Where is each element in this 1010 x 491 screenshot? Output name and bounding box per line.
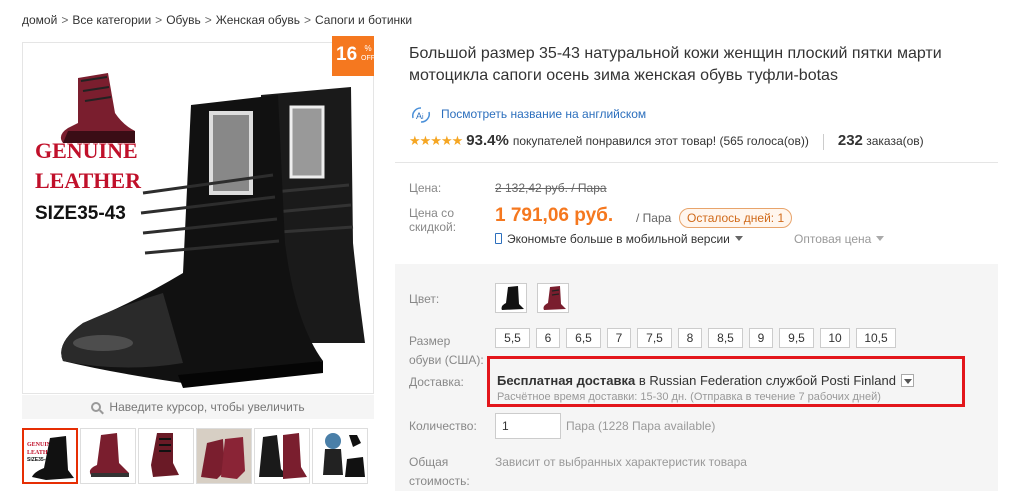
mobile-savings-text[interactable]: Экономьте больше в мобильной версии — [507, 232, 730, 246]
discount-price-label: Цена со скидкой: — [409, 206, 457, 234]
size-option[interactable]: 9,5 — [779, 328, 814, 348]
free-shipping-text: Бесплатная доставка — [497, 373, 636, 388]
breadcrumb-separator: > — [61, 13, 69, 27]
thumbnail-strip: GENUINE LEATHER SIZE35-43 — [22, 428, 368, 484]
rating-stars-icon: ★★★★★ — [409, 133, 463, 148]
delivery-highlight: Бесплатная доставка в Russian Federation… — [487, 356, 965, 407]
translate-icon: Ai — [409, 106, 433, 124]
color-label: Цвет: — [409, 292, 440, 306]
zoom-hint: Наведите курсор, чтобы увеличить — [22, 395, 374, 419]
delivery-destination[interactable]: Russian Federation — [649, 373, 762, 388]
mobile-savings-link[interactable]: Экономьте больше в мобильной версии — [495, 232, 743, 246]
translate-link-text[interactable]: Посмотреть название на английском — [441, 107, 646, 121]
rating-text[interactable]: покупателей понравился этот товар! (565 … — [513, 134, 809, 148]
quantity-label: Количество: — [409, 419, 477, 433]
image-text-leather: LEATHER — [35, 168, 142, 193]
size-option[interactable]: 10,5 — [856, 328, 896, 348]
breadcrumb-separator: > — [204, 13, 212, 27]
quantity-input[interactable]: 1 — [495, 413, 561, 439]
thumbnail-6[interactable] — [312, 428, 368, 484]
thumbnail-5[interactable] — [254, 428, 310, 484]
delivery-dropdown-icon[interactable] — [901, 374, 914, 387]
orders-count: 232 — [837, 132, 863, 149]
thumbnail-4[interactable] — [196, 428, 252, 484]
product-title: Большой размер 35-43 натуральной кожи же… — [409, 45, 942, 84]
divider — [395, 162, 998, 163]
breadcrumb-boots[interactable]: Сапоги и ботинки — [315, 13, 412, 27]
main-product-image[interactable]: GENUINE LEATHER SIZE35-43 — [22, 42, 374, 394]
total-label: Общая стоимость: — [409, 455, 470, 488]
phone-icon — [495, 233, 502, 244]
breadcrumb-separator: > — [155, 13, 163, 27]
delivery-service: службой Posti Finland — [765, 373, 896, 388]
breadcrumb-womens-shoes[interactable]: Женская обувь — [216, 13, 300, 27]
size-label: Размер обуви (США): — [409, 334, 484, 367]
total-note: Зависит от выбранных характеристик товар… — [495, 455, 747, 469]
quantity-available: Пара (1228 Пара available) — [566, 419, 716, 433]
color-option-burgundy[interactable] — [537, 283, 569, 313]
days-left-badge: Осталось дней: 1 — [679, 208, 793, 228]
size-option[interactable]: 10 — [820, 328, 850, 348]
delivery-estimate: Расчётное время доставки: 15-30 дн. (Отп… — [497, 391, 881, 403]
discount-price: 1 791,06 руб. — [495, 205, 614, 226]
thumbnail-2[interactable] — [80, 428, 136, 484]
zoom-hint-text: Наведите курсор, чтобы увеличить — [109, 400, 305, 414]
size-option[interactable]: 6,5 — [566, 328, 601, 348]
chevron-down-icon — [876, 236, 885, 241]
boots-photo: GENUINE LEATHER SIZE35-43 — [35, 73, 365, 388]
discount-value: 16 — [336, 44, 358, 65]
size-option[interactable]: 6 — [536, 328, 560, 348]
size-option[interactable]: 7 — [607, 328, 631, 348]
rating-percent: 93.4% — [466, 132, 509, 149]
breadcrumb-home[interactable]: домой — [22, 13, 57, 27]
size-option[interactable]: 8 — [678, 328, 702, 348]
size-option[interactable]: 7,5 — [637, 328, 672, 348]
thumbnail-1[interactable]: GENUINE LEATHER SIZE35-43 — [22, 428, 78, 484]
breadcrumb-shoes[interactable]: Обувь — [166, 13, 201, 27]
discount-unit: % OFF — [361, 44, 375, 62]
rating-row: ★★★★★ 93.4% покупателей понравился этот то… — [409, 132, 924, 150]
orders-label: заказа(ов) — [866, 134, 924, 148]
delivery-summary: Бесплатная доставка в Russian Federation… — [497, 373, 914, 388]
magnifier-icon — [91, 402, 102, 412]
breadcrumb-separator: > — [303, 13, 311, 27]
size-options: 5,5 6 6,5 7 7,5 8 8,5 9 9,5 10 10,5 — [495, 328, 896, 348]
delivery-in: в — [638, 373, 646, 388]
price-unit: / Пара — [636, 211, 672, 225]
thumbnail-3[interactable] — [138, 428, 194, 484]
delivery-label: Доставка: — [409, 375, 464, 389]
wholesale-price-toggle[interactable]: Оптовая цена — [794, 232, 885, 246]
price-label: Цена: — [409, 181, 442, 195]
size-option[interactable]: 8,5 — [708, 328, 743, 348]
old-price: 2 132,42 руб. / Пара — [495, 181, 607, 195]
breadcrumb-all-categories[interactable]: Все категории — [72, 13, 151, 27]
chevron-down-icon — [734, 236, 743, 241]
divider — [822, 133, 824, 150]
size-option[interactable]: 9 — [749, 328, 773, 348]
image-text-size: SIZE35-43 — [35, 203, 126, 224]
translate-link[interactable]: Ai Посмотреть название на английском — [409, 106, 646, 124]
discount-badge: 16 % OFF — [332, 36, 375, 76]
size-option[interactable]: 5,5 — [495, 328, 530, 348]
inset-burgundy-boot — [60, 73, 135, 143]
breadcrumb: домой > Все категории > Обувь > Женская обувь >… — [22, 13, 412, 27]
image-text-genuine: GENUINE — [35, 138, 138, 163]
color-option-black[interactable] — [495, 283, 527, 313]
svg-text:i: i — [422, 114, 424, 121]
wholesale-price-text[interactable]: Оптовая цена — [794, 232, 871, 246]
